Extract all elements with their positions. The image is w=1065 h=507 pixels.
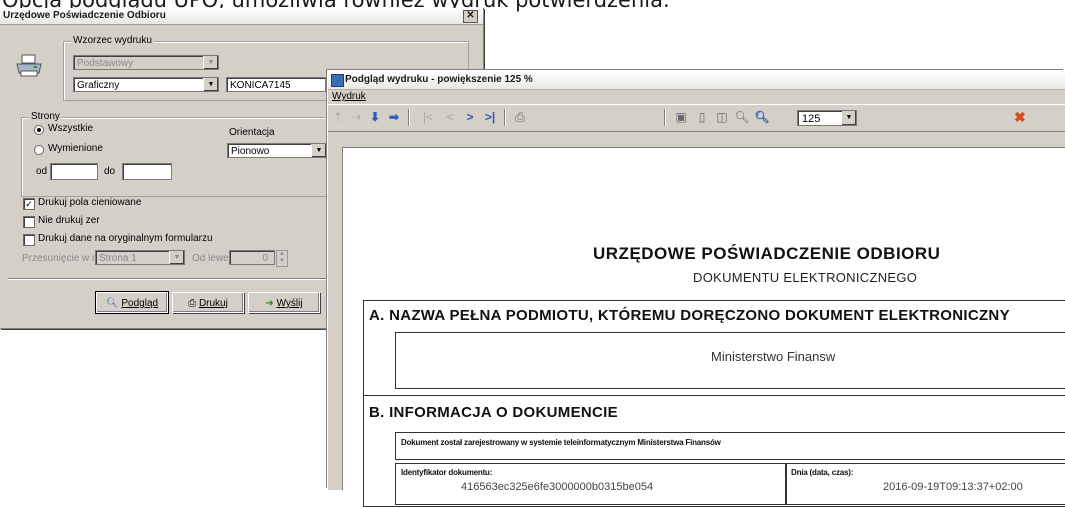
to-input[interactable]: [122, 163, 172, 180]
chevron-down-icon: ▼: [311, 144, 326, 157]
template-select[interactable]: Podstawowy ▼: [73, 55, 219, 70]
from-input[interactable]: [50, 163, 98, 180]
pages-group-label: Strony: [29, 111, 62, 122]
offset-page-select[interactable]: Strona 1 ▼: [95, 250, 185, 265]
fit-width-icon[interactable]: ▯: [694, 109, 710, 125]
no-zeros-label: Nie drukuj zer: [38, 215, 100, 226]
doc-title: URZĘDOWE POŚWIADCZENIE ODBIORU: [593, 244, 941, 263]
doc-id-value: 416563ec325e6fe3000000b0315be054: [461, 481, 654, 493]
preview-window: Podgląd wydruku - powiększenie 125 % Wyd…: [328, 71, 1065, 507]
print-icon[interactable]: ⎙: [512, 109, 528, 125]
zoom-in-icon[interactable]: 🔍︎: [754, 109, 770, 125]
orientation-select[interactable]: Pionowo ▼: [227, 143, 327, 158]
arrow-right-icon[interactable]: ➡: [386, 109, 402, 125]
section-b-heading: B. INFORMACJA O DOKUMENCIE: [369, 404, 618, 421]
printer-icon: [15, 54, 43, 78]
from-label: od: [36, 166, 48, 177]
print-shaded-checkbox[interactable]: ✓: [23, 198, 35, 210]
dialog-titlebar: Urzędowe Poświadczenie Odbioru ✕: [0, 8, 483, 25]
radio-all-label: Wszystkie: [48, 123, 93, 134]
section-a-heading: A. NAZWA PEŁNA PODMIOTU, KTÓREMU DORĘCZO…: [369, 307, 1010, 324]
radio-selected-label: Wymienione: [48, 143, 103, 154]
zoom-select[interactable]: 125 ▼: [797, 110, 857, 126]
registered-text: Dokument został zarejestrowany w systemi…: [401, 438, 721, 447]
offset-stepper[interactable]: ▲ ▼: [276, 250, 288, 267]
template-group-label: Wzorzec wydruku: [71, 35, 154, 46]
close-preview-icon[interactable]: ✖: [1014, 109, 1026, 125]
next-page-icon[interactable]: >: [462, 109, 478, 125]
offset-left-label: Od lewej: [192, 253, 231, 264]
zoom-out-icon[interactable]: 🔍︎: [734, 109, 750, 125]
offset-value-input[interactable]: 0: [229, 250, 275, 265]
dialog-divider: [8, 278, 328, 280]
printer-small-icon: ⎙: [188, 298, 197, 309]
to-label: do: [104, 166, 116, 177]
chevron-down-icon: ▼: [169, 251, 184, 264]
radio-all[interactable]: [34, 125, 44, 135]
close-icon[interactable]: ✕: [463, 10, 478, 23]
radio-selected[interactable]: [34, 145, 44, 155]
date-label: Dnia (data, czas):: [791, 468, 854, 477]
no-zeros-checkbox[interactable]: [23, 216, 35, 228]
first-page-icon[interactable]: |<: [420, 109, 436, 125]
chevron-down-icon: ▼: [203, 56, 218, 69]
chevron-down-icon: ▼: [203, 78, 218, 91]
arrow-up-disabled-icon[interactable]: ⇡: [330, 109, 346, 125]
dialog-title: Urzędowe Poświadczenie Odbioru: [3, 10, 166, 21]
preview-button[interactable]: 🔍︎ Podgląd: [95, 291, 169, 314]
send-button[interactable]: ➜ Wyślij: [248, 292, 320, 313]
app-icon: [331, 74, 344, 87]
prev-page-icon[interactable]: <: [442, 109, 458, 125]
last-page-icon[interactable]: >|: [482, 109, 498, 125]
fit-page-icon[interactable]: ▣: [673, 109, 689, 125]
menu-bar: Wydruk: [328, 90, 1065, 104]
two-pages-icon[interactable]: ◫: [714, 109, 730, 125]
doc-id-label: Identyfikator dokumentu:: [401, 468, 493, 477]
doc-subtitle: DOKUMENTU ELEKTRONICZNEGO: [693, 270, 918, 285]
date-value: 2016-09-19T09:13:37+02:00: [883, 481, 1023, 493]
print-shaded-label: Drukuj pola cieniowane: [38, 197, 142, 208]
menu-print[interactable]: Wydruk: [332, 91, 366, 102]
preview-toolbar: ⇡ ⇢ ⬇ ➡ |< < > >| ⎙ ▣ ▯ ◫ 🔍︎ 🔍︎ 125 ▼ ✖: [328, 104, 1065, 132]
ministry-name: Ministerstwo Finansw: [711, 349, 836, 364]
preview-title: Podgląd wydruku - powiększenie 125 %: [345, 74, 533, 85]
mode-select[interactable]: Graficzny ▼: [73, 77, 219, 92]
arrow-left-disabled-icon[interactable]: ⇢: [348, 109, 364, 125]
print-original-checkbox[interactable]: [23, 234, 35, 246]
preview-titlebar: Podgląd wydruku - powiększenie 125 %: [328, 71, 1065, 90]
document-page: URZĘDOWE POŚWIADCZENIE ODBIORU DOKUMENTU…: [342, 147, 1065, 507]
send-icon: ➜: [265, 298, 274, 309]
printer-field[interactable]: KONICA7145: [226, 77, 326, 92]
chevron-down-icon: ▼: [842, 111, 856, 125]
magnifier-icon: 🔍︎: [105, 298, 119, 309]
orientation-label: Orientacja: [229, 127, 275, 138]
print-button[interactable]: ⎙ Drukuj: [172, 292, 244, 313]
arrow-down-icon[interactable]: ⬇: [367, 109, 383, 125]
print-original-label: Drukuj dane na oryginalnym formularzu: [38, 233, 213, 244]
